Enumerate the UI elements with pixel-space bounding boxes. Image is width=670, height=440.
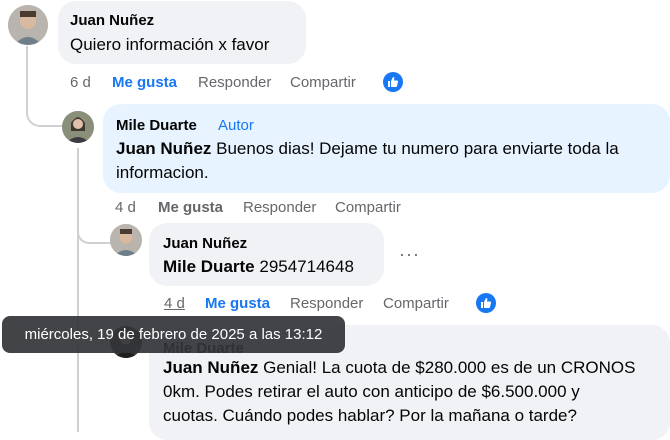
avatar[interactable]	[8, 5, 48, 45]
timestamp[interactable]: 6 d	[70, 74, 91, 91]
timestamp[interactable]: 4 d	[115, 199, 136, 216]
comment-text-line: Buenos dias! Dejame tu numero para envia…	[211, 139, 619, 158]
reply-button[interactable]: Responder	[243, 199, 316, 216]
reply-button[interactable]: Responder	[290, 295, 363, 312]
comment-text-line: informacion.	[116, 163, 209, 182]
avatar-photo-icon	[62, 111, 94, 143]
comment-actions: 4 d Me gusta Responder Compartir	[164, 295, 484, 315]
timestamp[interactable]: 4 d	[164, 295, 185, 312]
avatar[interactable]	[62, 111, 94, 143]
share-button[interactable]: Compartir	[290, 74, 356, 91]
comment-text-line: 0km. Podes retirar el auto con anticipo …	[163, 382, 580, 401]
comment-bubble: Juan Nuñez Quiero información x favor	[58, 1, 306, 64]
comment-bubble: Juan Nuñez Mile Duarte 2954714648	[149, 223, 384, 286]
author-badge: Autor	[218, 117, 254, 134]
like-button[interactable]: Me gusta	[112, 74, 177, 91]
more-options-icon[interactable]: ···	[399, 244, 420, 265]
comment-actions: 6 d Me gusta Responder Compartir	[70, 74, 390, 94]
comment-text-line: cuotas. Cuándo podes hablar? Por la maña…	[163, 406, 577, 425]
avatar[interactable]	[110, 224, 142, 256]
thread-line-replies	[77, 148, 79, 432]
comment-text: Quiero información x favor	[70, 35, 270, 54]
comment-author[interactable]: Juan Nuñez	[163, 235, 247, 252]
comment-text: Mile Duarte 2954714648	[163, 255, 354, 279]
share-button[interactable]: Compartir	[383, 295, 449, 312]
avatar-photo-icon	[8, 5, 48, 45]
comment-text: Juan Nuñez Buenos dias! Dejame tu numero…	[116, 137, 666, 185]
avatar-photo-icon	[110, 224, 142, 256]
comment-author[interactable]: Mile Duarte	[116, 117, 197, 134]
mention[interactable]: Juan Nuñez	[116, 139, 211, 158]
share-button[interactable]: Compartir	[335, 199, 401, 216]
thumbs-up-icon[interactable]	[383, 72, 403, 92]
like-button[interactable]: Me gusta	[158, 199, 223, 216]
reply-button[interactable]: Responder	[198, 74, 271, 91]
comment-bubble: Mile Duarte Autor Juan Nuñez Buenos dias…	[103, 104, 670, 193]
comment-actions: 4 d Me gusta Responder Compartir	[115, 199, 435, 219]
mention[interactable]: Juan Nuñez	[163, 358, 258, 377]
comment-text-line: 2954714648	[254, 257, 354, 276]
thumbs-up-icon[interactable]	[476, 293, 496, 313]
timestamp-tooltip: miércoles, 19 de febrero de 2025 a las 1…	[2, 316, 345, 353]
comment-text: Juan Nuñez Genial! La cuota de $280.000 …	[163, 356, 668, 428]
like-button[interactable]: Me gusta	[205, 295, 270, 312]
thread-curve-reply-2	[77, 200, 111, 244]
comment-text-line: Genial! La cuota de $280.000 es de un CR…	[258, 358, 636, 377]
thread-curve-reply-1	[26, 80, 64, 127]
comment-author[interactable]: Juan Nuñez	[70, 12, 154, 29]
mention[interactable]: Mile Duarte	[163, 257, 255, 276]
